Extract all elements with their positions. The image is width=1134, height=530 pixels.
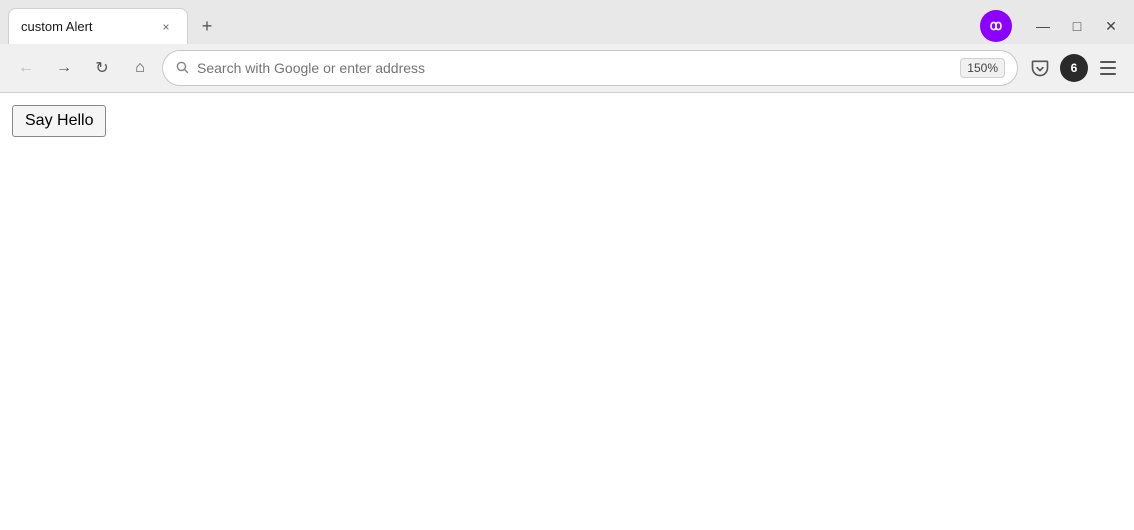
tab-close-button[interactable]: ×	[157, 18, 175, 36]
navigation-bar: ← → ↻ ⌂ 150% 6	[0, 44, 1134, 92]
reload-button[interactable]: ↻	[86, 52, 118, 84]
menu-button[interactable]	[1092, 52, 1124, 84]
right-nav-icons: 6	[1024, 52, 1124, 84]
browser-chrome: custom Alert × + — □ ✕ ← → ↻ ⌂	[0, 0, 1134, 93]
browser-logo	[980, 10, 1012, 42]
forward-button[interactable]: →	[48, 52, 80, 84]
browser-logo-svg	[986, 16, 1006, 36]
close-button[interactable]: ✕	[1096, 11, 1126, 41]
pocket-button[interactable]	[1024, 52, 1056, 84]
hamburger-icon	[1100, 61, 1116, 75]
address-input[interactable]	[197, 60, 952, 76]
maximize-button[interactable]: □	[1062, 11, 1092, 41]
browser-tab[interactable]: custom Alert ×	[8, 8, 188, 44]
tab-title: custom Alert	[21, 19, 149, 34]
say-hello-button[interactable]: Say Hello	[12, 105, 106, 137]
address-bar-container[interactable]: 150%	[162, 50, 1018, 86]
tab-bar: custom Alert × + — □ ✕	[0, 0, 1134, 44]
zoom-level-badge[interactable]: 150%	[960, 58, 1005, 78]
back-button[interactable]: ←	[10, 52, 42, 84]
home-button[interactable]: ⌂	[124, 52, 156, 84]
window-controls: — □ ✕	[1028, 11, 1126, 41]
new-tab-button[interactable]: +	[192, 11, 222, 41]
page-content: Say Hello	[0, 93, 1134, 530]
minimize-button[interactable]: —	[1028, 11, 1058, 41]
search-icon	[175, 60, 189, 77]
extensions-badge[interactable]: 6	[1060, 54, 1088, 82]
